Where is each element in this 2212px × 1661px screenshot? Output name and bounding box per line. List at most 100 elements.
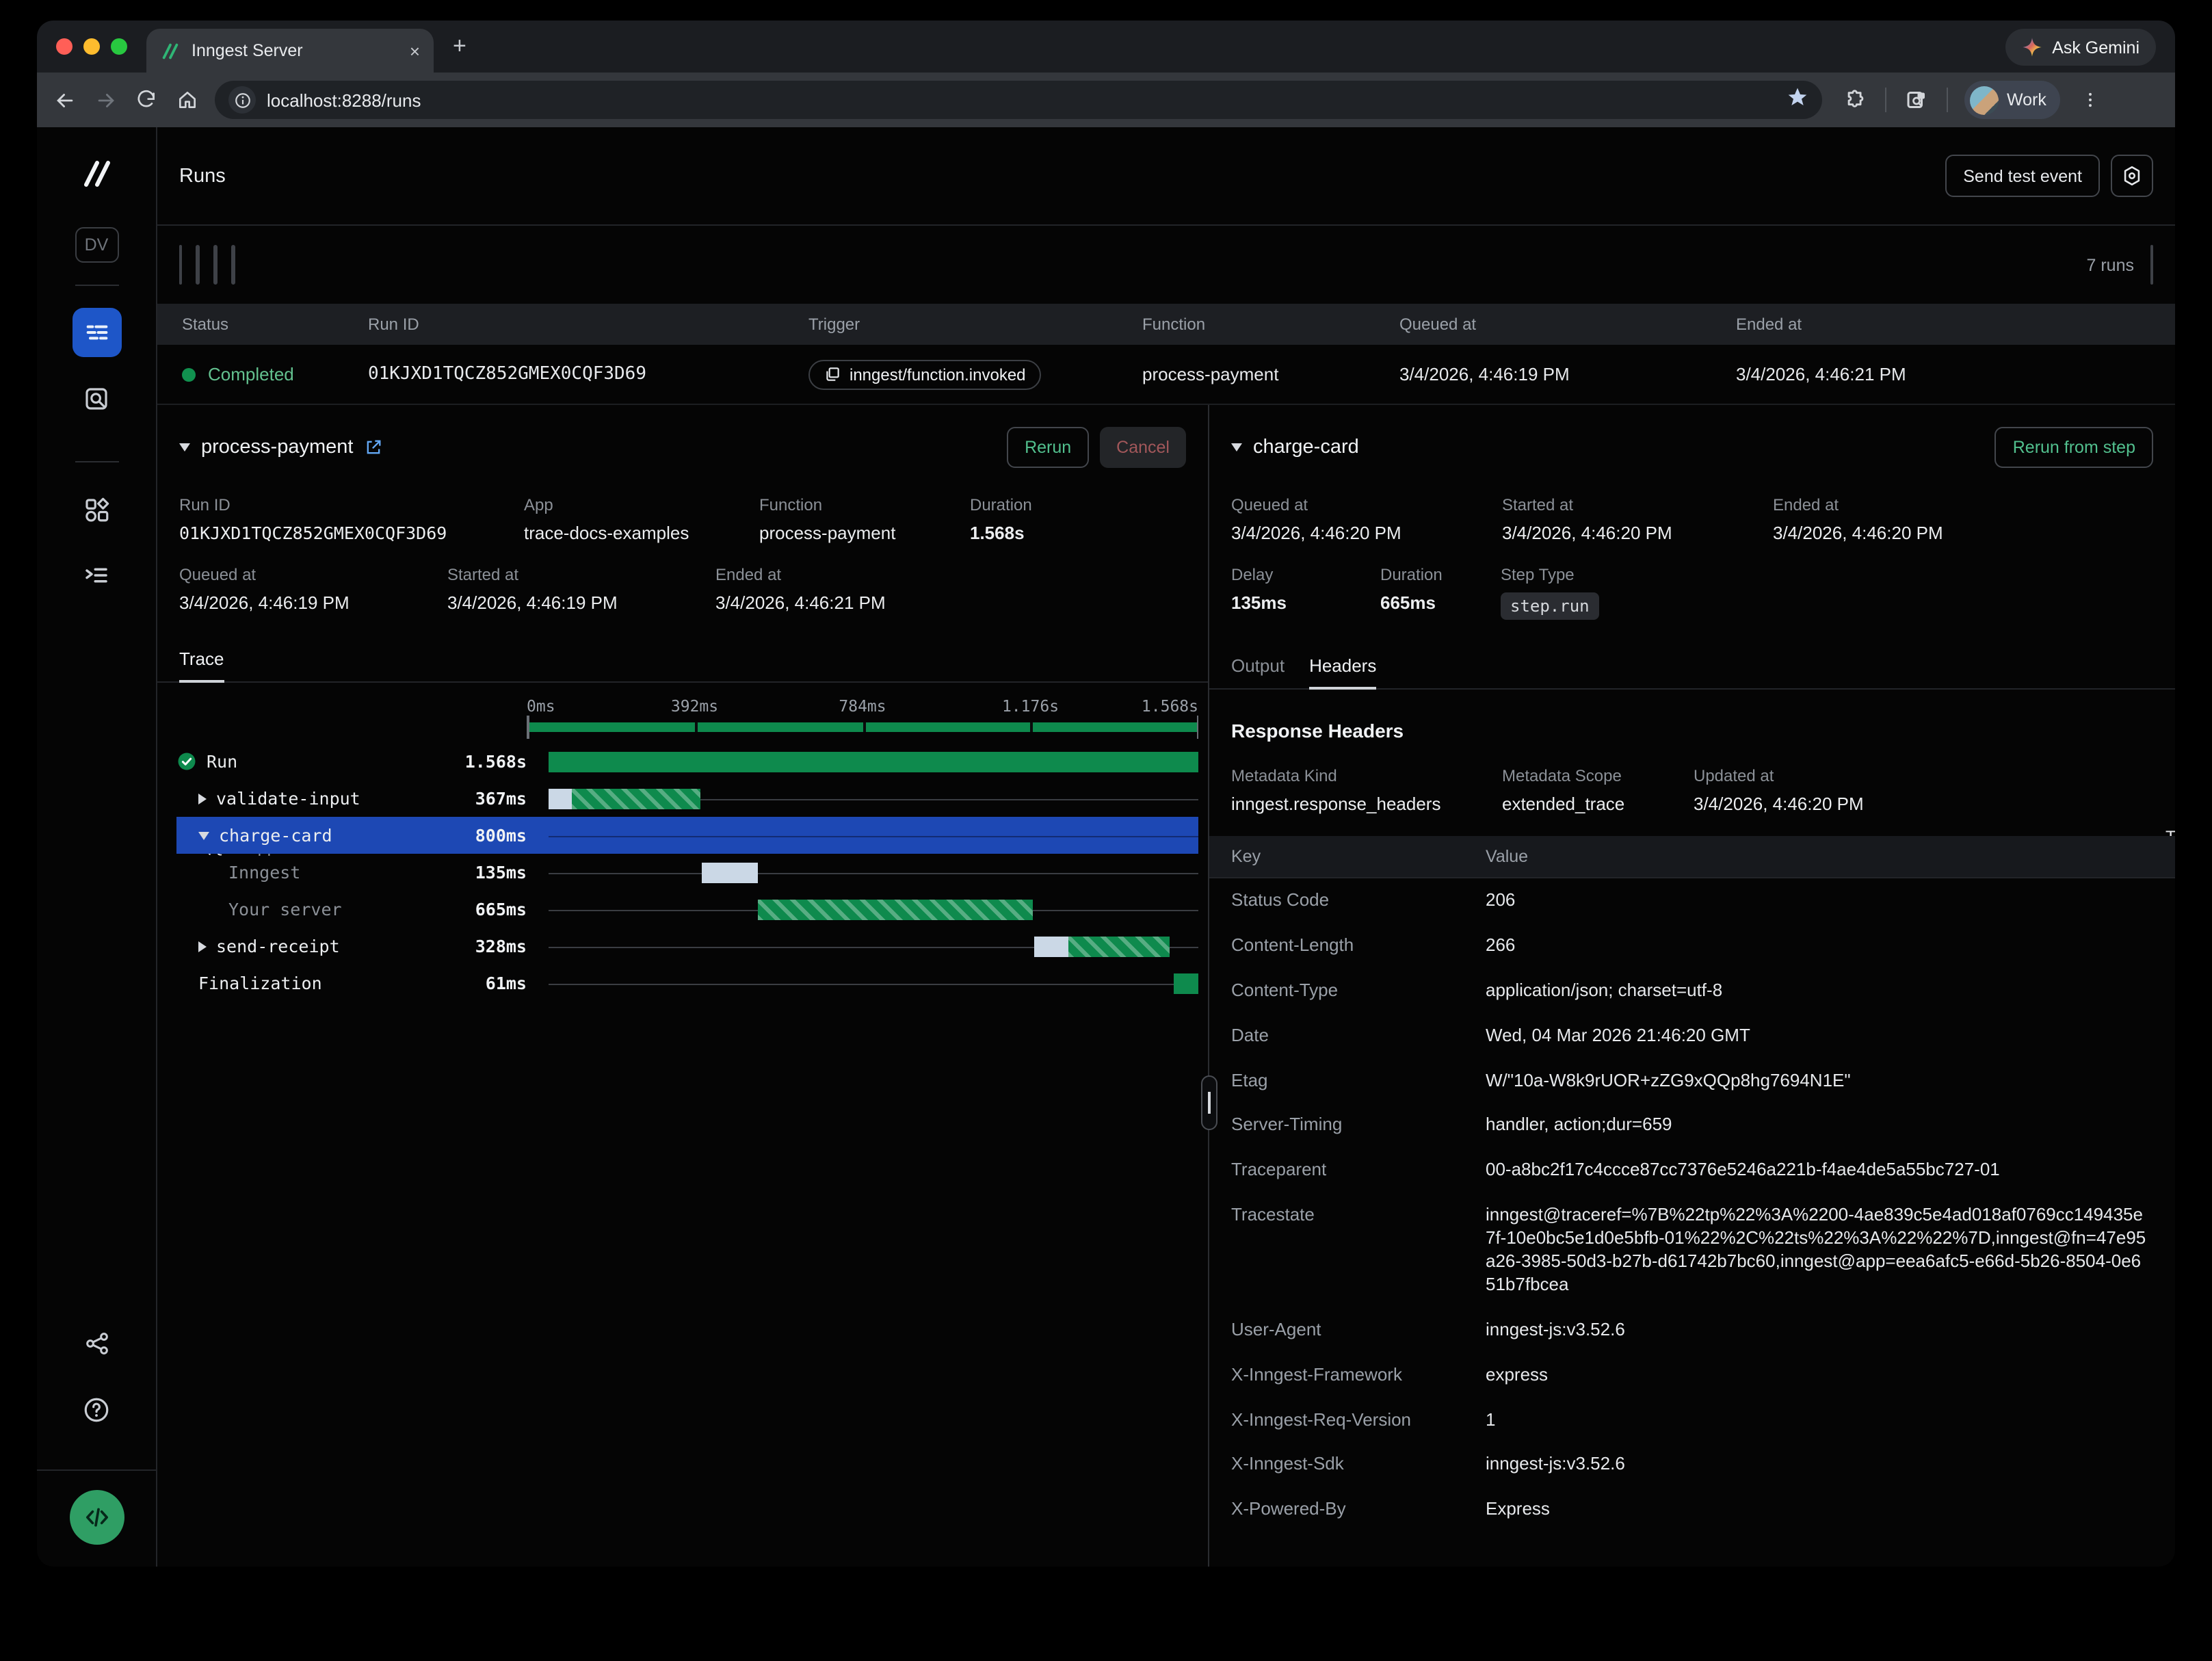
rerun-button[interactable]: Rerun xyxy=(1007,427,1089,468)
ask-gemini-button[interactable]: Ask Gemini xyxy=(2005,29,2156,66)
run-ended-field: Ended at 3/4/2026, 4:46:21 PM xyxy=(715,565,886,613)
bookmark-star-icon[interactable] xyxy=(1787,86,1808,114)
close-window-button[interactable] xyxy=(56,38,73,55)
inngest-favicon xyxy=(160,40,181,61)
share-button[interactable] xyxy=(72,1319,121,1368)
column-trigger[interactable]: Trigger xyxy=(808,315,1142,334)
toolbar-divider-2 xyxy=(1947,88,1948,112)
minimize-window-button[interactable] xyxy=(83,38,100,55)
trace-span-finalization[interactable]: Finalization61ms xyxy=(176,965,1198,1002)
column-run-id[interactable]: Run ID xyxy=(368,315,808,334)
span-bar-queue[interactable] xyxy=(1035,936,1068,956)
ask-gemini-label: Ask Gemini xyxy=(2052,38,2139,57)
app-link[interactable]: trace-docs-examples xyxy=(524,523,759,543)
header-key: X-Inngest-Framework xyxy=(1209,1363,1486,1387)
collapse-icon[interactable] xyxy=(198,831,209,839)
collapse-step-icon[interactable] xyxy=(1231,443,1242,452)
timeline-minimap[interactable] xyxy=(527,722,1198,732)
span-bar-solid[interactable] xyxy=(1173,973,1198,993)
table-columns-button[interactable]: Table columns xyxy=(2150,245,2153,285)
header-value: 206 xyxy=(1486,889,2175,913)
span-name: Your server xyxy=(228,899,342,919)
step-duration-field: Duration 665ms xyxy=(1380,565,1501,620)
close-tab-icon[interactable]: × xyxy=(410,40,420,61)
expand-icon[interactable] xyxy=(198,793,207,804)
sidebar-item-apps[interactable] xyxy=(72,484,121,534)
send-test-event-button[interactable]: Send test event xyxy=(1945,155,2100,197)
browser-menu-icon[interactable] xyxy=(2077,86,2104,114)
trace-span-your-server[interactable]: Your server665ms xyxy=(176,891,1198,928)
column-ended-at[interactable]: Ended at xyxy=(1736,315,2175,334)
window-controls[interactable] xyxy=(56,38,127,55)
function-link[interactable]: process-payment xyxy=(759,523,970,543)
span-track xyxy=(549,854,1198,891)
show-search-button[interactable]: Show search xyxy=(179,245,182,285)
settings-button[interactable] xyxy=(2111,155,2153,197)
main-content: Runs Send test event xyxy=(157,127,2175,1567)
span-bar-hatched[interactable] xyxy=(758,899,1033,919)
rerun-from-step-button[interactable]: Rerun from step xyxy=(1995,427,2153,468)
page-header: Runs Send test event xyxy=(157,127,2175,226)
site-info-icon[interactable] xyxy=(228,86,256,114)
delay-value: 135ms xyxy=(1231,592,1380,613)
header-row: Traceparent00-a8bc2f17c4ccce87cc7376e524… xyxy=(1209,1149,2175,1194)
sidebar-item-events[interactable] xyxy=(72,374,121,423)
pane-resize-handle[interactable] xyxy=(1201,1075,1217,1130)
sidebar-item-runs[interactable] xyxy=(72,308,121,357)
maximize-window-button[interactable] xyxy=(111,38,127,55)
trace-span-validate-input[interactable]: validate-input367ms xyxy=(176,780,1198,817)
browser-tab[interactable]: Inngest Server × xyxy=(146,29,434,73)
reload-icon[interactable] xyxy=(133,86,160,114)
step-ended-field: Ended at 3/4/2026, 4:46:20 PM xyxy=(1773,495,1943,543)
trace-span-inngest[interactable]: Inngest135ms xyxy=(176,854,1198,891)
dev-tools-button[interactable] xyxy=(69,1490,124,1545)
env-badge[interactable]: DV xyxy=(75,227,118,263)
terminal-list-icon xyxy=(82,560,111,589)
header-value: Express xyxy=(1486,1499,2175,1522)
trace-span-charge-card[interactable]: charge-card800ms xyxy=(176,817,1198,854)
table-row[interactable]: Completed 01KJXD1TQCZ852GMEX0CQF3D69 inn… xyxy=(157,345,2175,404)
step-queued-value: 3/4/2026, 4:46:20 PM xyxy=(1231,523,1502,543)
cancel-button[interactable]: Cancel xyxy=(1100,427,1186,468)
forward-icon[interactable] xyxy=(92,86,119,114)
extensions-icon[interactable] xyxy=(1841,86,1869,114)
span-bar-hatched[interactable] xyxy=(1068,936,1170,956)
timeline-tick-label: 392ms xyxy=(671,696,718,716)
header-row: Server-Timinghandler, action;dur=659 xyxy=(1209,1103,2175,1149)
tab-headers[interactable]: Headers xyxy=(1309,655,1376,688)
span-duration: 135ms xyxy=(439,862,527,882)
browser-profile-button[interactable]: Work xyxy=(1964,81,2060,119)
trigger-pill[interactable]: inngest/function.invoked xyxy=(808,359,1041,389)
column-function[interactable]: Function xyxy=(1142,315,1399,334)
tab-search-icon[interactable] xyxy=(1903,86,1930,114)
sidebar-item-functions[interactable] xyxy=(72,550,121,599)
url-text[interactable]: localhost:8288/runs xyxy=(267,90,421,110)
home-icon[interactable] xyxy=(174,86,201,114)
header-value: express xyxy=(1486,1363,2175,1387)
help-button[interactable] xyxy=(72,1385,121,1434)
header-value: 00-a8bc2f17c4ccce87cc7376e5246a221b-f4ae… xyxy=(1486,1160,2175,1183)
column-queued-at[interactable]: Queued at xyxy=(1399,315,1736,334)
span-bar-solid[interactable] xyxy=(549,751,1198,772)
duration-field: Duration 1.568s xyxy=(970,495,1032,543)
span-track xyxy=(549,891,1198,928)
tab-trace[interactable]: Trace xyxy=(179,649,224,681)
external-link-icon[interactable] xyxy=(364,438,383,457)
span-name: charge-card xyxy=(219,825,332,846)
trace-span-send-receipt[interactable]: send-receipt328ms xyxy=(176,928,1198,965)
header-row: X-Inngest-Req-Version1 xyxy=(1209,1398,2175,1443)
address-bar[interactable]: localhost:8288/runs xyxy=(215,81,1822,119)
span-bar-queue[interactable] xyxy=(702,862,758,882)
header-value: inngest-js:v3.52.6 xyxy=(1486,1319,2175,1342)
tab-output[interactable]: Output xyxy=(1231,655,1285,688)
span-bar-queue[interactable] xyxy=(549,788,572,809)
trace-span-run[interactable]: Run1.568s xyxy=(176,743,1198,780)
new-tab-button[interactable]: + xyxy=(453,33,466,60)
inngest-logo[interactable] xyxy=(79,157,114,197)
span-name: Finalization xyxy=(198,973,322,993)
span-bar-hatched[interactable] xyxy=(572,788,701,809)
collapse-run-icon[interactable] xyxy=(179,443,190,452)
back-icon[interactable] xyxy=(51,86,78,114)
expand-icon[interactable] xyxy=(198,941,207,952)
run-id-value: 01KJXD1TQCZ852GMEX0CQF3D69 xyxy=(179,523,524,543)
